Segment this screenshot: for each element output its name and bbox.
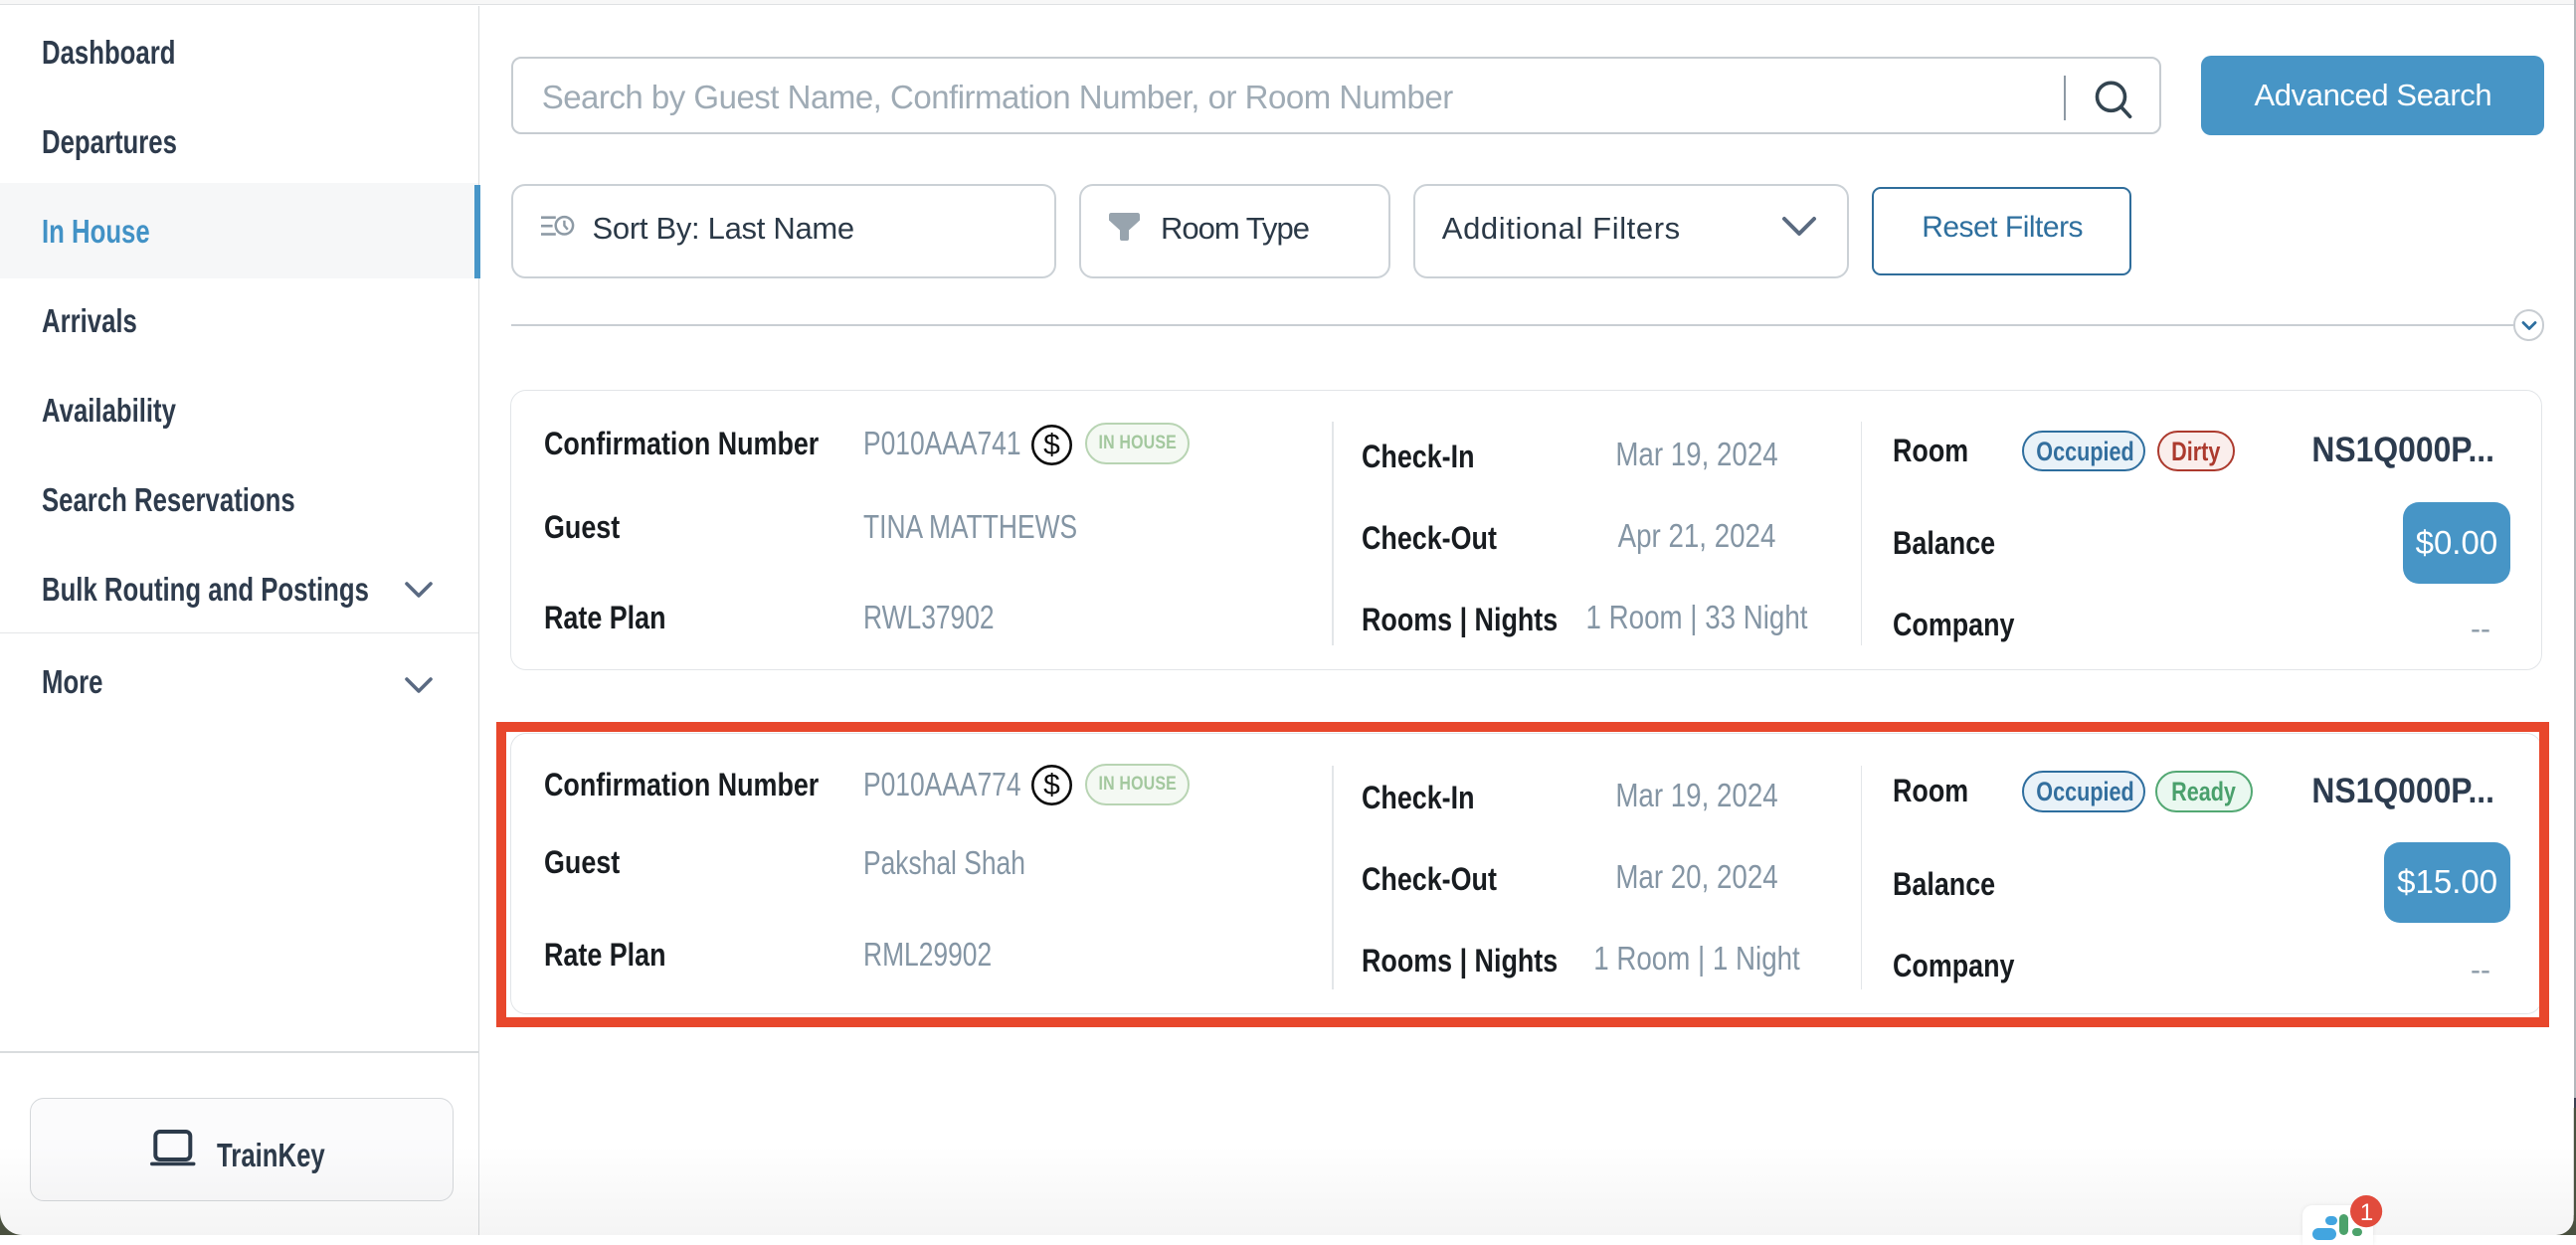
svg-text:$: $ <box>1043 429 1060 461</box>
svg-text:1: 1 <box>2360 1199 2373 1226</box>
